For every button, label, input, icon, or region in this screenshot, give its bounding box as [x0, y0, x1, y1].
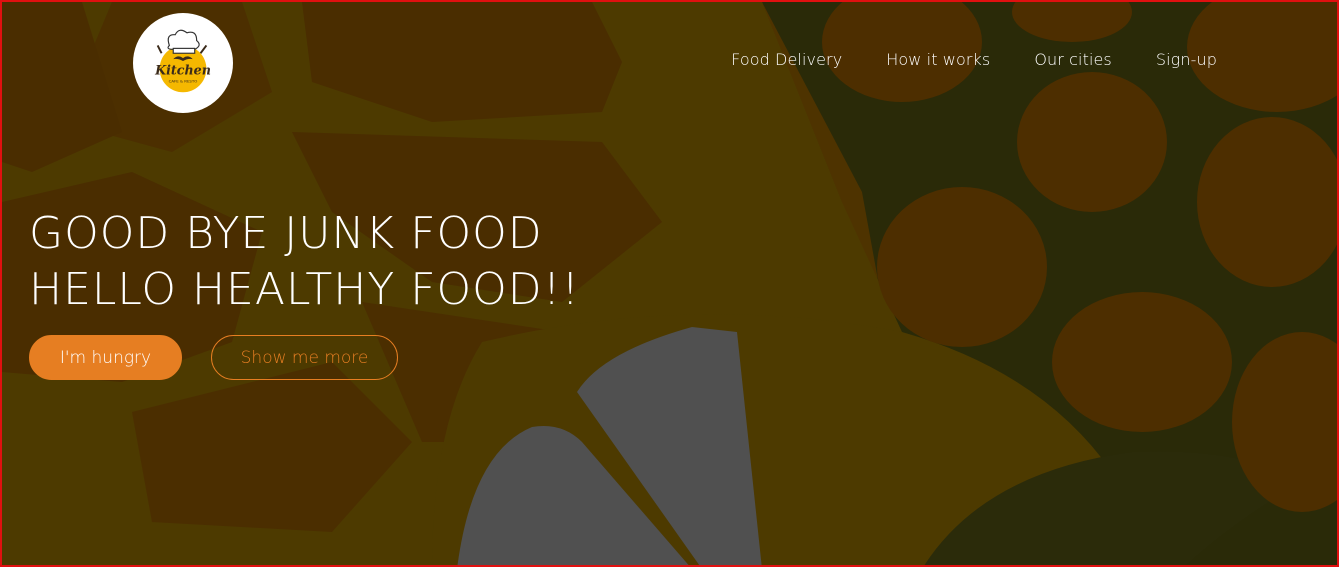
- nav-item-food-delivery: Food Delivery: [731, 48, 842, 72]
- nav-item-sign-up: Sign-up: [1156, 48, 1217, 72]
- nav-link-food-delivery[interactable]: Food Delivery: [731, 48, 842, 72]
- hero-text-box: GOOD BYE JUNK FOOD HELLO HEALTHY FOOD!! …: [29, 206, 580, 380]
- nav-item-how-it-works: How it works: [886, 48, 990, 72]
- hero-headline: GOOD BYE JUNK FOOD HELLO HEALTHY FOOD!!: [29, 206, 580, 318]
- headline-line-2: HELLO HEALTHY FOOD!!: [29, 264, 580, 315]
- nav-link-how-it-works[interactable]: How it works: [886, 48, 990, 72]
- brand-logo[interactable]: Kitchen CAFE & RESTO: [133, 13, 233, 113]
- nav-link-sign-up[interactable]: Sign-up: [1156, 48, 1217, 72]
- hero-section: Kitchen CAFE & RESTO Food Delivery How i…: [0, 0, 1339, 567]
- nav-link-our-cities[interactable]: Our cities: [1034, 48, 1112, 72]
- im-hungry-button[interactable]: I'm hungry: [29, 335, 182, 380]
- show-me-more-button[interactable]: Show me more: [211, 335, 398, 380]
- chef-hat-kitchen-logo-icon: Kitchen CAFE & RESTO: [154, 29, 211, 93]
- nav-item-our-cities: Our cities: [1034, 48, 1112, 72]
- headline-line-1: GOOD BYE JUNK FOOD: [29, 208, 543, 259]
- logo-tagline: CAFE & RESTO: [169, 79, 198, 84]
- hero-button-row: I'm hungry Show me more: [29, 335, 580, 380]
- main-nav: Food Delivery How it works Our cities Si…: [687, 48, 1217, 72]
- logo-word: Kitchen: [154, 63, 211, 78]
